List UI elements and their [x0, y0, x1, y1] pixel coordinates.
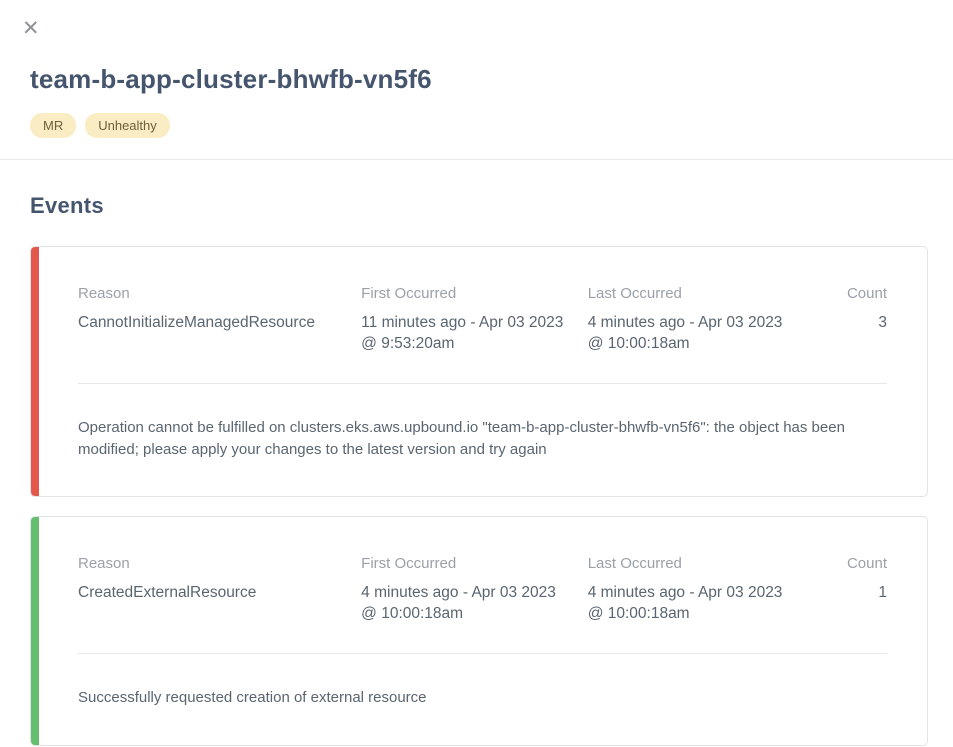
- health-status-badge: Unhealthy: [85, 113, 170, 138]
- event-count: 3: [814, 313, 887, 355]
- event-row: CannotInitializeManagedResource 11 minut…: [78, 313, 887, 355]
- events-heading: Events: [30, 193, 928, 219]
- event-last-occurred: 4 minutes ago - Apr 03 2023 @ 10:00:18am: [588, 583, 815, 625]
- column-header-count: Count: [814, 285, 887, 313]
- close-icon[interactable]: ✕: [22, 18, 40, 39]
- card-divider: [78, 653, 887, 654]
- event-card-error: Reason First Occurred Last Occurred Coun…: [30, 246, 928, 497]
- column-header-last-occurred: Last Occurred: [588, 285, 815, 313]
- events-section: Events Reason First Occurred Last Occurr…: [0, 160, 953, 746]
- success-accent-bar: [31, 517, 39, 745]
- event-first-occurred: 4 minutes ago - Apr 03 2023 @ 10:00:18am: [361, 583, 588, 625]
- column-header-reason: Reason: [78, 285, 361, 313]
- event-table: Reason First Occurred Last Occurred Coun…: [78, 555, 887, 625]
- event-reason: CannotInitializeManagedResource: [78, 313, 361, 355]
- event-reason: CreatedExternalResource: [78, 583, 361, 625]
- event-message: Operation cannot be fulfilled on cluster…: [78, 417, 887, 461]
- event-last-occurred: 4 minutes ago - Apr 03 2023 @ 10:00:18am: [588, 313, 815, 355]
- column-header-first-occurred: First Occurred: [361, 285, 588, 313]
- error-accent-bar: [31, 247, 39, 496]
- event-card-success: Reason First Occurred Last Occurred Coun…: [30, 516, 928, 746]
- badge-row: MR Unhealthy: [30, 113, 953, 138]
- event-message: Successfully requested creation of exter…: [78, 687, 887, 709]
- card-divider: [78, 383, 887, 384]
- page-title: team-b-app-cluster-bhwfb-vn5f6: [30, 64, 953, 95]
- event-first-occurred: 11 minutes ago - Apr 03 2023 @ 9:53:20am: [361, 313, 588, 355]
- event-table: Reason First Occurred Last Occurred Coun…: [78, 285, 887, 355]
- event-row: CreatedExternalResource 4 minutes ago - …: [78, 583, 887, 625]
- event-count: 1: [814, 583, 887, 625]
- resource-kind-badge: MR: [30, 113, 76, 138]
- column-header-first-occurred: First Occurred: [361, 555, 588, 583]
- resource-detail-panel: ✕ team-b-app-cluster-bhwfb-vn5f6 MR Unhe…: [0, 0, 953, 747]
- column-header-reason: Reason: [78, 555, 361, 583]
- column-header-count: Count: [814, 555, 887, 583]
- column-header-last-occurred: Last Occurred: [588, 555, 815, 583]
